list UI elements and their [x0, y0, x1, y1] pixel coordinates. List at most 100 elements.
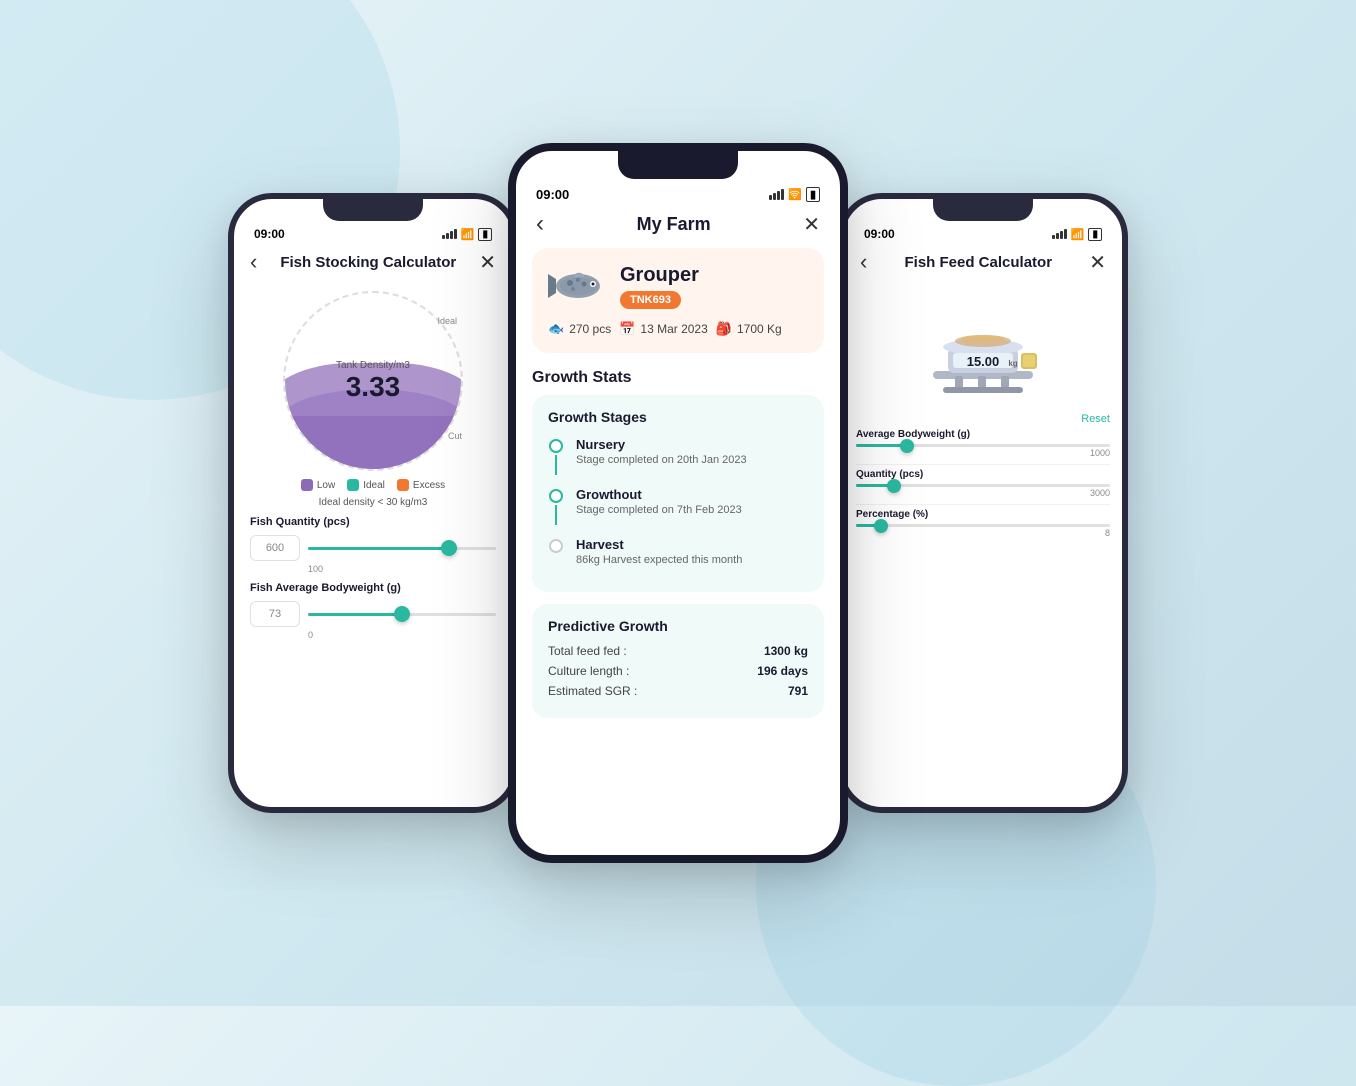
right-percentage-slider-section: Percentage (%) 8	[844, 509, 1122, 538]
fish-info: Grouper TNK693	[620, 264, 699, 309]
tank-badge: TNK693	[620, 291, 681, 309]
stage-text-harvest: Harvest 86kg Harvest expected this month	[576, 537, 742, 566]
ideal-label-circle: Ideal	[437, 316, 457, 326]
predictive-row-feed: Total feed fed : 1300 kg	[548, 644, 808, 658]
close-button-center[interactable]: ✕	[803, 212, 820, 237]
fish-bodyweight-label: Fish Average Bodyweight (g)	[250, 582, 496, 594]
notch-right	[933, 199, 1033, 221]
legend-label-ideal: Ideal	[363, 480, 385, 491]
weight-icon: 🎒	[716, 321, 732, 337]
fish-bodyweight-thumb[interactable]	[394, 606, 410, 622]
time-right: 09:00	[864, 227, 895, 241]
legend-dot-excess	[397, 479, 409, 491]
fish-quantity-input[interactable]: 600	[250, 535, 300, 561]
fish-bodyweight-slider-section: Fish Average Bodyweight (g) 73 0	[234, 582, 512, 640]
right-percentage-track[interactable]	[856, 524, 1110, 527]
nav-center: ‹ My Farm ✕	[516, 206, 840, 248]
predictive-value-feed: 1300 kg	[764, 644, 808, 658]
battery-icon-left: ▮	[478, 228, 492, 241]
tank-density-value: 3.33	[336, 371, 410, 403]
status-icons-left: 📶 ▮	[442, 228, 492, 241]
legend: Low Ideal Excess	[234, 479, 512, 491]
tank-label: Tank Density/m3 3.33	[336, 360, 410, 403]
nav-right: ‹ Fish Feed Calculator ✕	[844, 245, 1122, 283]
fish-bodyweight-fill	[308, 613, 402, 616]
predictive-value-culture: 196 days	[757, 664, 808, 678]
signal-icon-center	[769, 189, 784, 200]
fish-bodyweight-slider-container: 73	[250, 598, 496, 630]
fish-bodyweight-input[interactable]: 73	[250, 601, 300, 627]
wifi-icon-left: 📶	[461, 228, 475, 241]
right-quantity-slider-row	[856, 484, 1110, 487]
right-percentage-thumb[interactable]	[874, 519, 888, 533]
stage-desc-nursery: Stage completed on 20th Jan 2023	[576, 454, 747, 466]
back-button-right[interactable]: ‹	[860, 249, 867, 275]
back-button-left[interactable]: ‹	[250, 249, 257, 275]
right-bodyweight-label: Average Bodyweight (g)	[856, 429, 1110, 440]
stage-text-nursery: Nursery Stage completed on 20th Jan 2023	[576, 437, 747, 475]
slider-divider-2	[856, 504, 1110, 505]
fish-bodyweight-min: 0	[308, 630, 496, 640]
reset-button[interactable]: Reset	[844, 413, 1122, 425]
status-icons-center: 🛜 ▮	[769, 187, 820, 202]
right-quantity-track[interactable]	[856, 484, 1110, 487]
fish-quantity-fill	[308, 547, 449, 550]
legend-dot-low	[301, 479, 313, 491]
predictive-label-feed: Total feed fed :	[548, 644, 627, 658]
right-quantity-slider-section: Quantity (pcs) 3000	[844, 469, 1122, 498]
page-title-left: Fish Stocking Calculator	[257, 254, 479, 271]
right-percentage-max: 8	[1105, 528, 1110, 538]
growth-stages-title: Growth Stages	[548, 409, 808, 425]
fish-quantity-icon: 🐟	[548, 321, 564, 337]
right-quantity-thumb[interactable]	[887, 479, 901, 493]
notch-left	[323, 199, 423, 221]
stage-name-nursery: Nursery	[576, 437, 747, 452]
legend-low: Low	[301, 479, 335, 491]
fish-quantity-track[interactable]	[308, 547, 496, 550]
fish-bodyweight-track[interactable]	[308, 613, 496, 616]
signal-icon-right	[1052, 229, 1067, 239]
battery-icon-right: ▮	[1088, 228, 1102, 241]
stage-dot-growthout	[549, 489, 563, 503]
wifi-icon-right: 📶	[1071, 228, 1085, 241]
fish-quantity-thumb[interactable]	[441, 540, 457, 556]
slider-divider-1	[856, 464, 1110, 465]
legend-dot-ideal	[347, 479, 359, 491]
right-quantity-max: 3000	[1090, 488, 1110, 498]
page-title-right: Fish Feed Calculator	[867, 254, 1089, 271]
close-button-left[interactable]: ✕	[479, 250, 496, 275]
stage-dot-col-growthout	[548, 487, 564, 525]
svg-text:15.00: 15.00	[967, 354, 1000, 369]
fish-image	[548, 264, 608, 309]
legend-label-excess: Excess	[413, 480, 445, 491]
legend-ideal: Ideal	[347, 479, 385, 491]
tank-circle-container: Tank Density/m3 3.33 Ideal Cut	[234, 291, 512, 471]
legend-excess: Excess	[397, 479, 445, 491]
right-percentage-slider-row	[856, 524, 1110, 527]
phone-left: 09:00 📶 ▮ ‹ Fish Stocking Calculator ✕	[228, 193, 518, 813]
battery-icon-center: ▮	[806, 187, 820, 202]
predictive-title: Predictive Growth	[548, 618, 808, 634]
stage-dot-nursery	[549, 439, 563, 453]
cutoff-label-circle: Cut	[448, 431, 462, 441]
fish-date-value: 13 Mar 2023	[640, 322, 707, 336]
stage-text-growthout: Growthout Stage completed on 7th Feb 202…	[576, 487, 742, 525]
phone-right: 09:00 📶 ▮ ‹ Fish Feed Calculator ✕	[838, 193, 1128, 813]
close-button-right[interactable]: ✕	[1089, 250, 1106, 275]
stage-desc-growthout: Stage completed on 7th Feb 2023	[576, 504, 742, 516]
grouper-fish-icon	[548, 264, 608, 309]
stage-line-growthout	[555, 505, 557, 525]
right-percentage-label: Percentage (%)	[856, 509, 1110, 520]
fish-quantity-slider-section: Fish Quantity (pcs) 600 100	[234, 516, 512, 574]
stages-list: Nursery Stage completed on 20th Jan 2023…	[548, 437, 808, 566]
stage-dot-harvest	[549, 539, 563, 553]
fish-quantity-value: 270 pcs	[569, 322, 611, 336]
predictive-label-culture: Culture length :	[548, 664, 629, 678]
status-icons-right: 📶 ▮	[1052, 228, 1102, 241]
right-bodyweight-track[interactable]	[856, 444, 1110, 447]
stage-item-nursery: Nursery Stage completed on 20th Jan 2023	[548, 437, 808, 475]
fish-quantity-slider-container: 600	[250, 532, 496, 564]
fish-weight-value: 1700 Kg	[737, 322, 782, 336]
right-bodyweight-thumb[interactable]	[900, 439, 914, 453]
back-button-center[interactable]: ‹	[536, 210, 544, 238]
